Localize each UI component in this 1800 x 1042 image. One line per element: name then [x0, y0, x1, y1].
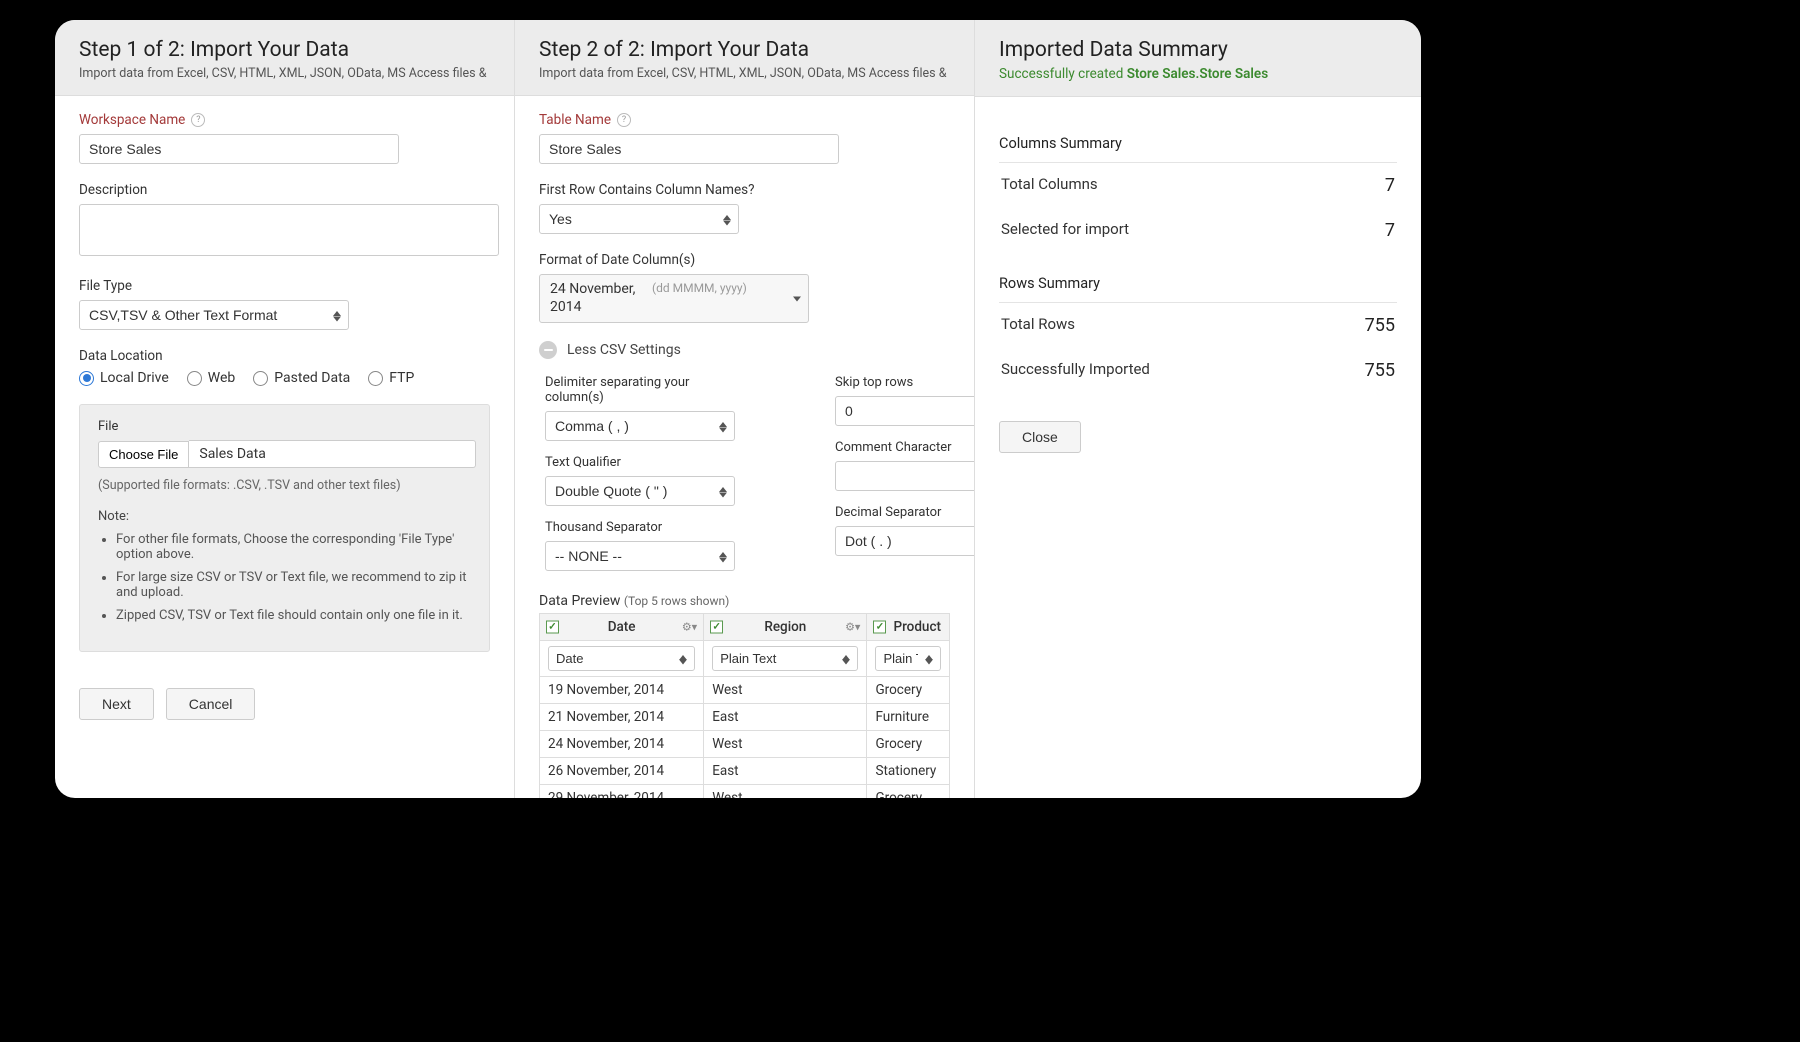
help-icon[interactable]: ?: [191, 113, 205, 127]
summary-panel: Imported Data Summary Successfully creat…: [975, 20, 1421, 798]
rows-summary-title: Rows Summary: [999, 275, 1397, 303]
table-row: 29 November, 2014WestGrocery: [540, 785, 950, 799]
comment-char-label: Comment Character: [835, 440, 974, 455]
column-header: Date: [608, 619, 636, 635]
table-row: 21 November, 2014EastFurniture: [540, 704, 950, 731]
cancel-button[interactable]: Cancel: [166, 688, 256, 720]
data-location-label: Data Location: [79, 348, 490, 364]
choose-file-button[interactable]: Choose File: [98, 441, 189, 468]
column-checkbox[interactable]: ✓: [710, 621, 723, 634]
radio-pasted-data[interactable]: Pasted Data: [253, 370, 350, 386]
radio-ftp[interactable]: FTP: [368, 370, 414, 386]
close-button[interactable]: Close: [999, 421, 1081, 453]
column-type-select[interactable]: Plain Text: [712, 646, 858, 671]
summary-header: Imported Data Summary Successfully creat…: [975, 20, 1421, 97]
delimiter-select[interactable]: Comma ( , ): [545, 411, 735, 441]
next-button[interactable]: Next: [79, 688, 154, 720]
help-icon[interactable]: ?: [617, 113, 631, 127]
column-type-select[interactable]: Date: [548, 646, 695, 671]
dateformat-select[interactable]: 24 November, 2014(dd MMMM, yyyy): [539, 274, 809, 323]
delimiter-label: Delimiter separating your column(s): [545, 375, 735, 405]
description-label: Description: [79, 182, 490, 198]
summary-row: Total Rows755: [999, 303, 1397, 348]
columns-summary-title: Columns Summary: [999, 135, 1397, 163]
note-heading: Note:: [98, 509, 471, 524]
file-box: File Choose File Sales Data (Supported f…: [79, 404, 490, 652]
thousand-label: Thousand Separator: [545, 520, 735, 535]
data-preview-label: Data Preview (Top 5 rows shown): [539, 593, 950, 609]
summary-title: Imported Data Summary: [999, 38, 1397, 62]
column-checkbox[interactable]: ✓: [873, 621, 886, 634]
thousand-select[interactable]: -- NONE --: [545, 541, 735, 571]
step2-title: Step 2 of 2: Import Your Data: [539, 38, 950, 62]
gear-icon[interactable]: ⚙▾: [682, 621, 697, 634]
less-csv-settings-toggle[interactable]: Less CSV Settings: [539, 341, 950, 359]
workspace-name-input[interactable]: [79, 134, 399, 164]
column-header: Product: [893, 619, 941, 635]
decimal-select[interactable]: Dot ( . ): [835, 526, 974, 556]
note-item: Zipped CSV, TSV or Text file should cont…: [116, 608, 471, 623]
step1-panel: Step 1 of 2: Import Your Data Import dat…: [55, 20, 515, 798]
qualifier-label: Text Qualifier: [545, 455, 735, 470]
skip-rows-label: Skip top rows: [835, 375, 974, 390]
workspace-name-label: Workspace Name ?: [79, 112, 490, 128]
radio-local-drive[interactable]: Local Drive: [79, 370, 169, 386]
column-header: Region: [764, 619, 806, 635]
note-item: For large size CSV or TSV or Text file, …: [116, 570, 471, 600]
step1-title: Step 1 of 2: Import Your Data: [79, 38, 490, 62]
table-row: 26 November, 2014EastStationery: [540, 758, 950, 785]
data-preview-table: ✓ Date ⚙▾ ✓ Region ⚙▾ ✓ Product Date Plain Te…: [539, 613, 950, 798]
comment-char-input[interactable]: [835, 461, 974, 491]
qualifier-select[interactable]: Double Quote ( " ): [545, 476, 735, 506]
column-checkbox[interactable]: ✓: [546, 621, 559, 634]
import-wizard-window: Step 1 of 2: Import Your Data Import dat…: [55, 20, 1421, 798]
summary-row: Successfully Imported755: [999, 348, 1397, 393]
skip-rows-input[interactable]: [835, 396, 974, 426]
firstrow-label: First Row Contains Column Names?: [539, 182, 950, 198]
table-name-label: Table Name ?: [539, 112, 950, 128]
table-name-input[interactable]: [539, 134, 839, 164]
step2-subtitle: Import data from Excel, CSV, HTML, XML, …: [539, 66, 950, 81]
data-location-radios: Local Drive Web Pasted Data FTP: [79, 370, 490, 386]
filetype-select[interactable]: CSV,TSV & Other Text Format: [79, 300, 349, 330]
minus-icon: [539, 341, 557, 359]
table-row: 24 November, 2014WestGrocery: [540, 731, 950, 758]
filetype-label: File Type: [79, 278, 490, 294]
chosen-file-name: Sales Data: [189, 440, 476, 468]
gear-icon[interactable]: ⚙▾: [845, 621, 860, 634]
description-input[interactable]: [79, 204, 499, 256]
dateformat-label: Format of Date Column(s): [539, 252, 950, 268]
step1-subtitle: Import data from Excel, CSV, HTML, XML, …: [79, 66, 490, 81]
table-row: 19 November, 2014WestGrocery: [540, 677, 950, 704]
column-type-select[interactable]: Plain Text: [875, 646, 941, 671]
decimal-label: Decimal Separator: [835, 505, 974, 520]
note-item: For other file formats, Choose the corre…: [116, 532, 471, 562]
summary-row: Total Columns7: [999, 163, 1397, 208]
step2-header: Step 2 of 2: Import Your Data Import dat…: [515, 20, 974, 96]
step1-header: Step 1 of 2: Import Your Data Import dat…: [55, 20, 514, 96]
firstrow-select[interactable]: Yes: [539, 204, 739, 234]
supported-formats: (Supported file formats: .CSV, .TSV and …: [98, 478, 471, 493]
summary-row: Selected for import7: [999, 208, 1397, 253]
success-message: Successfully created Store Sales.Store S…: [999, 66, 1397, 82]
radio-web[interactable]: Web: [187, 370, 236, 386]
step2-panel: Step 2 of 2: Import Your Data Import dat…: [515, 20, 975, 798]
file-label: File: [98, 419, 471, 434]
